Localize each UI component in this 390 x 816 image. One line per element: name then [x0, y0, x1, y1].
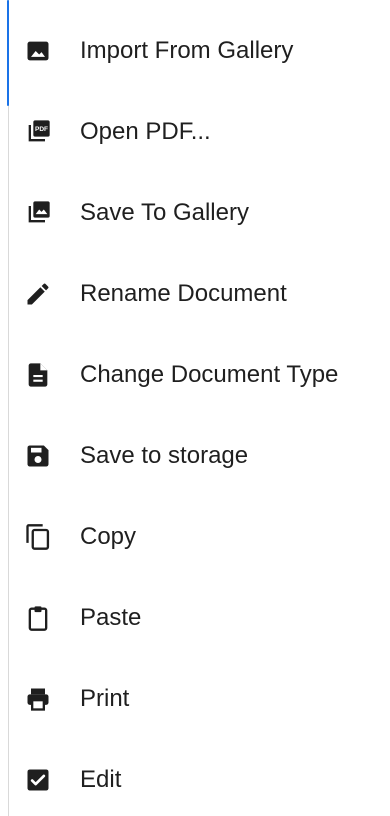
- menu-item-label: Paste: [80, 603, 142, 631]
- focus-indicator: [7, 0, 9, 106]
- checkbox-icon: [24, 766, 52, 794]
- photo-library-icon: [24, 199, 52, 227]
- document-icon: [24, 361, 52, 389]
- printer-icon: [24, 685, 52, 713]
- left-panel-edge: [0, 0, 9, 816]
- menu-item-save-to-storage[interactable]: Save to storage: [10, 415, 390, 496]
- menu-item-label: Copy: [80, 522, 137, 550]
- menu-item-label: Change Document Type: [80, 360, 339, 388]
- menu-item-import-from-gallery[interactable]: Import From Gallery: [10, 10, 390, 91]
- clipboard-icon: [24, 604, 52, 632]
- menu-item-label: Print: [80, 684, 130, 712]
- menu-item-edit[interactable]: Edit: [10, 739, 390, 816]
- pdf-icon: PDF: [24, 118, 52, 146]
- menu-item-change-document-type[interactable]: Change Document Type: [10, 334, 390, 415]
- pdf-badge-text: PDF: [35, 126, 48, 133]
- menu-item-save-to-gallery[interactable]: Save To Gallery: [10, 172, 390, 253]
- context-menu: Import From Gallery PDF Open PDF... Save…: [10, 10, 390, 810]
- copy-icon: [24, 523, 52, 551]
- menu-item-rename-document[interactable]: Rename Document: [10, 253, 390, 334]
- floppy-disk-icon: [24, 442, 52, 470]
- menu-item-open-pdf[interactable]: PDF Open PDF...: [10, 91, 390, 172]
- pencil-icon: [24, 280, 52, 308]
- menu-item-label: Rename Document: [80, 279, 287, 307]
- menu-item-label: Edit: [80, 765, 122, 793]
- menu-item-paste[interactable]: Paste: [10, 577, 390, 658]
- menu-item-label: Import From Gallery: [80, 36, 294, 64]
- menu-item-label: Open PDF...: [80, 117, 211, 145]
- menu-item-copy[interactable]: Copy: [10, 496, 390, 577]
- menu-item-label: Save to storage: [80, 441, 249, 469]
- menu-item-label: Save To Gallery: [80, 198, 249, 226]
- image-icon: [24, 37, 52, 65]
- menu-item-print[interactable]: Print: [10, 658, 390, 739]
